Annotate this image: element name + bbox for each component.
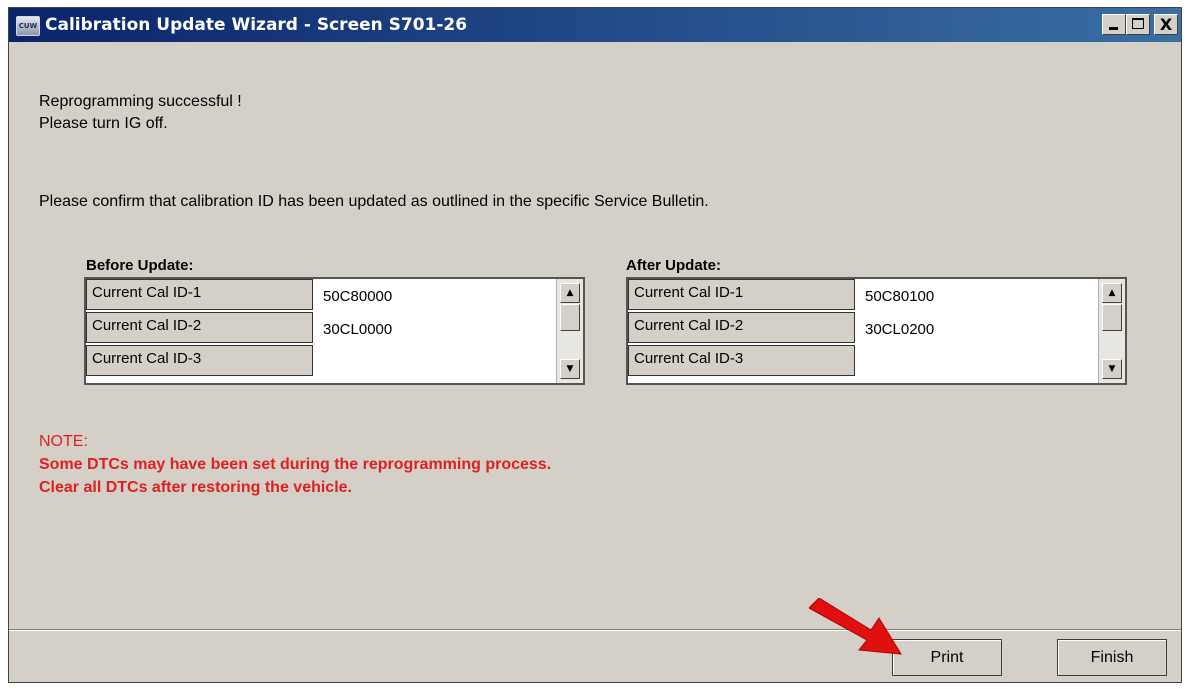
- cal-id-label: Current Cal ID-2: [628, 312, 855, 343]
- print-button[interactable]: Print: [892, 639, 1002, 676]
- close-icon: X: [1159, 15, 1173, 34]
- success-message: Reprogramming successful !: [39, 93, 242, 110]
- table-row: Current Cal ID-3: [628, 345, 1125, 378]
- minimize-button[interactable]: [1102, 14, 1126, 35]
- cal-id-value[interactable]: 30CL0200: [855, 312, 1098, 345]
- table-row: Current Cal ID-1 50C80000: [86, 279, 583, 312]
- red-pointer-arrow-icon: [809, 598, 902, 655]
- minimize-icon: [1109, 27, 1118, 30]
- ignition-off-instruction: Please turn IG off.: [39, 115, 168, 132]
- before-table-scrollbar[interactable]: ▲ ▼: [556, 279, 583, 383]
- table-row: Current Cal ID-1 50C80100: [628, 279, 1125, 312]
- cal-id-value[interactable]: 30CL0000: [313, 312, 556, 345]
- scroll-thumb[interactable]: [560, 304, 580, 331]
- after-update-table: Current Cal ID-1 50C80100 Current Cal ID…: [626, 277, 1127, 385]
- note-heading: NOTE:: [39, 433, 88, 450]
- cal-id-value[interactable]: [855, 345, 1098, 378]
- cal-id-label: Current Cal ID-1: [628, 279, 855, 310]
- cal-id-label: Current Cal ID-1: [86, 279, 313, 310]
- finish-button[interactable]: Finish: [1057, 639, 1167, 676]
- cal-id-value[interactable]: 50C80100: [855, 279, 1098, 312]
- maximize-button[interactable]: [1126, 14, 1150, 35]
- cal-id-label: Current Cal ID-2: [86, 312, 313, 343]
- table-row: Current Cal ID-2 30CL0000: [86, 312, 583, 345]
- confirm-instruction: Please confirm that calibration ID has b…: [39, 193, 709, 210]
- table-row: Current Cal ID-2 30CL0200: [628, 312, 1125, 345]
- calibration-wizard-window: CUW Calibration Update Wizard - Screen S…: [8, 7, 1182, 683]
- note-clear-dtcs: Clear all DTCs after restoring the vehic…: [39, 479, 352, 496]
- scroll-up-icon[interactable]: ▲: [1102, 283, 1122, 303]
- cal-id-value[interactable]: 50C80000: [313, 279, 556, 312]
- note-dtc-warning: Some DTCs may have been set during the r…: [39, 456, 552, 473]
- close-button[interactable]: X: [1154, 14, 1178, 35]
- after-update-heading: After Update:: [626, 257, 722, 274]
- maximize-icon: [1132, 18, 1144, 29]
- before-update-heading: Before Update:: [86, 257, 194, 274]
- scroll-up-icon[interactable]: ▲: [560, 283, 580, 303]
- cal-id-label: Current Cal ID-3: [86, 345, 313, 376]
- cal-id-value[interactable]: [313, 345, 556, 378]
- scroll-down-icon[interactable]: ▼: [560, 359, 580, 379]
- scroll-down-icon[interactable]: ▼: [1102, 359, 1122, 379]
- window-title: Calibration Update Wizard - Screen S701-…: [45, 15, 468, 35]
- title-bar[interactable]: CUW Calibration Update Wizard - Screen S…: [9, 8, 1181, 42]
- scroll-thumb[interactable]: [1102, 304, 1122, 331]
- after-table-scrollbar[interactable]: ▲ ▼: [1098, 279, 1125, 383]
- footer-divider-highlight: [9, 630, 1181, 631]
- before-update-table: Current Cal ID-1 50C80000 Current Cal ID…: [84, 277, 585, 385]
- cal-id-label: Current Cal ID-3: [628, 345, 855, 376]
- app-icon: CUW: [16, 16, 40, 36]
- table-row: Current Cal ID-3: [86, 345, 583, 378]
